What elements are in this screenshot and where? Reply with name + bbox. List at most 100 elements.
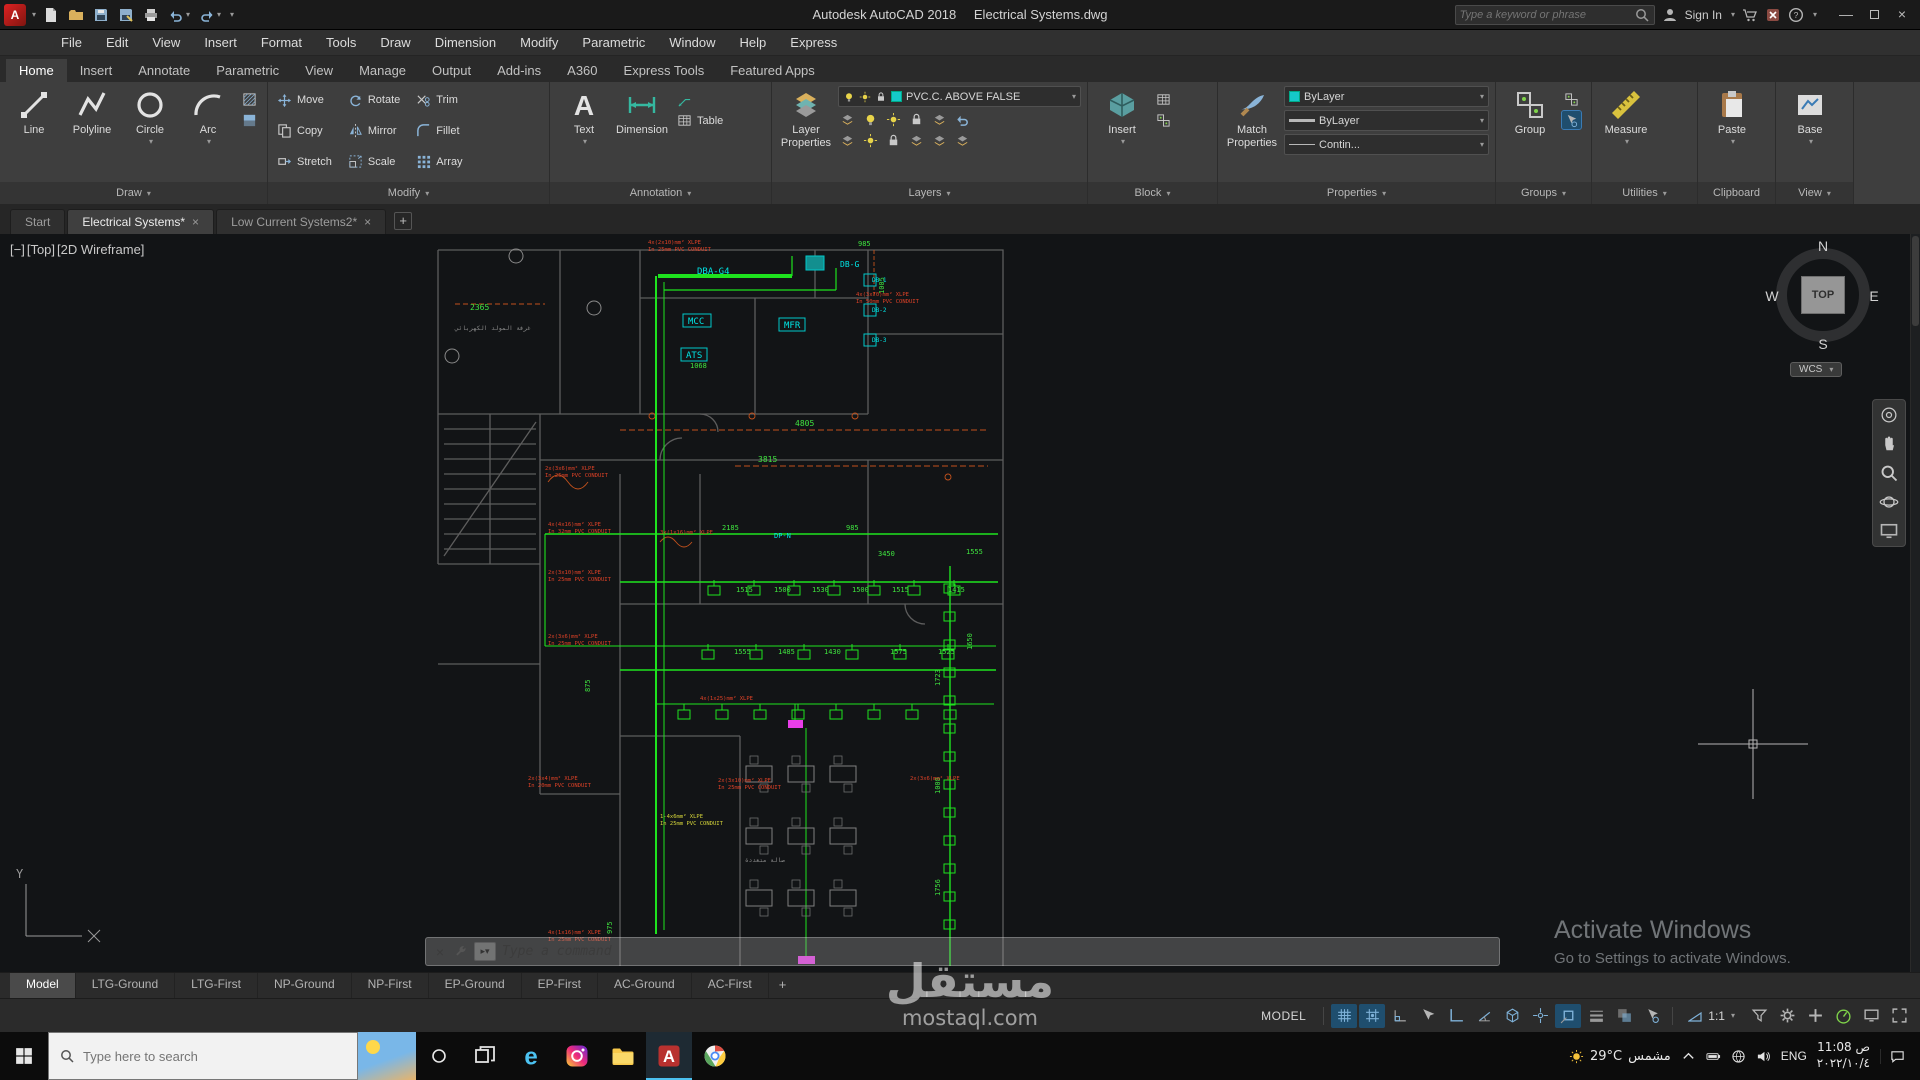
layer-dropdown[interactable]: PVC.C. ABOVE FALSE ▾	[838, 86, 1081, 107]
draw-tool-button[interactable]: Arc ▾	[180, 86, 236, 149]
command-prompt-icon[interactable]: ▸▾	[474, 942, 496, 961]
ribbon-tab[interactable]: Output	[419, 59, 484, 82]
file-tab[interactable]: Start ×	[10, 209, 66, 234]
draw-tool-button[interactable]: Circle ▾	[122, 86, 178, 149]
ribbon-tab[interactable]: Parametric	[203, 59, 292, 82]
modify-tool-button[interactable]: Rotate	[345, 86, 403, 115]
sign-in-button[interactable]: Sign In	[1685, 8, 1722, 22]
status-toggle-button[interactable]	[1443, 1004, 1469, 1028]
annotation-tool-button[interactable]: Dimension ▾	[614, 86, 670, 149]
status-tool-button[interactable]	[1802, 1004, 1828, 1028]
menu-item[interactable]: Express	[779, 32, 848, 53]
qat-button[interactable]: ▾	[115, 5, 137, 25]
wcs-selector[interactable]: WCS ▾	[1790, 362, 1843, 377]
menu-item[interactable]: Insert	[193, 32, 248, 53]
layer-merge-button[interactable]	[907, 131, 926, 149]
volume-icon[interactable]	[1756, 1049, 1771, 1064]
start-button[interactable]	[0, 1032, 48, 1080]
layout-tab[interactable]: EP-First	[522, 973, 599, 998]
close-button[interactable]: ×	[1888, 4, 1916, 26]
layer-isolate-button[interactable]	[861, 110, 880, 128]
paste-button[interactable]: Paste ▾	[1704, 86, 1760, 149]
ungroup-button[interactable]	[1562, 90, 1581, 108]
menu-item[interactable]: File	[50, 32, 93, 53]
menu-item[interactable]: Help	[729, 32, 778, 53]
ribbon-tab[interactable]: Express Tools	[611, 59, 718, 82]
ribbon-tab[interactable]: Insert	[67, 59, 126, 82]
layer-match-button[interactable]	[930, 110, 949, 128]
draw-tool-button[interactable]: Polyline ▾	[64, 86, 120, 149]
file-tab[interactable]: Electrical Systems* ×	[67, 209, 215, 234]
layout-tab[interactable]: LTG-First	[175, 973, 258, 998]
minimize-button[interactable]: —	[1832, 4, 1860, 26]
edit-attributes-button[interactable]	[1154, 90, 1173, 108]
layer-vpfreeze-button[interactable]	[861, 131, 880, 149]
taskbar-app[interactable]: e	[508, 1032, 554, 1080]
compass-south[interactable]: S	[1815, 336, 1831, 352]
ribbon-tab[interactable]: Add-ins	[484, 59, 554, 82]
status-toggle-button[interactable]	[1387, 1004, 1413, 1028]
close-tab-icon[interactable]: ×	[364, 215, 371, 229]
command-line[interactable]: × ▸▾ ▾	[425, 937, 1500, 966]
menu-item[interactable]: View	[141, 32, 191, 53]
ribbon-tab[interactable]: A360	[554, 59, 610, 82]
help-icon[interactable]: ?	[1788, 7, 1804, 23]
battery-icon[interactable]	[1706, 1049, 1721, 1064]
menu-item[interactable]: Draw	[369, 32, 421, 53]
status-toggle-button[interactable]	[1415, 1004, 1441, 1028]
hatch-button[interactable]	[240, 90, 259, 108]
status-tool-button[interactable]	[1886, 1004, 1912, 1028]
modify-tool-button[interactable]: Array	[413, 147, 465, 176]
status-tool-button[interactable]	[1858, 1004, 1884, 1028]
restore-button[interactable]	[1860, 4, 1888, 26]
ribbon-tab[interactable]: Annotate	[125, 59, 203, 82]
qat-button[interactable]: ▾	[90, 5, 112, 25]
menu-item[interactable]: Tools	[315, 32, 367, 53]
status-toggle-button[interactable]	[1499, 1004, 1525, 1028]
modify-tool-button[interactable]: Trim	[413, 86, 465, 115]
panel-label-clipboard[interactable]: Clipboard	[1698, 182, 1775, 204]
panel-label-properties[interactable]: Properties ▾	[1218, 182, 1495, 204]
ribbon-tab[interactable]: View	[292, 59, 346, 82]
status-toggle-button[interactable]	[1331, 1003, 1358, 1028]
status-tool-button[interactable]	[1774, 1004, 1800, 1028]
weather-widget[interactable]	[358, 1032, 416, 1080]
layout-tab[interactable]: AC-Ground	[598, 973, 692, 998]
steering-wheel-icon[interactable]	[1879, 405, 1899, 425]
panel-label-utilities[interactable]: Utilities ▾	[1592, 182, 1697, 204]
status-toggle-button[interactable]	[1359, 1003, 1386, 1028]
layout-tab[interactable]: AC-First	[692, 973, 769, 998]
layout-tab[interactable]: NP-First	[352, 973, 429, 998]
pan-icon[interactable]	[1879, 434, 1899, 454]
orbit-icon[interactable]	[1879, 492, 1899, 512]
layer-lock-button[interactable]	[907, 110, 926, 128]
view-cube[interactable]: N E S W TOP	[1765, 238, 1878, 352]
panel-label-modify[interactable]: Modify ▾	[268, 182, 549, 204]
layer-prev-button[interactable]	[953, 110, 972, 128]
new-tab-button[interactable]: +	[394, 212, 413, 230]
menu-item[interactable]: Format	[250, 32, 313, 53]
action-center-button[interactable]	[1880, 1048, 1914, 1064]
autocad-logo[interactable]: A	[4, 3, 26, 26]
annotation-tool-button[interactable]: A Text ▾	[556, 86, 612, 149]
layer-off-button[interactable]	[838, 110, 857, 128]
layout-tab[interactable]: LTG-Ground	[76, 973, 176, 998]
exchange-apps-icon[interactable]	[1765, 7, 1781, 23]
layer-freeze-button[interactable]	[884, 110, 903, 128]
command-customize-icon[interactable]	[454, 945, 468, 959]
compass-north[interactable]: N	[1815, 238, 1831, 254]
menu-item[interactable]: Edit	[95, 32, 139, 53]
boundary-button[interactable]	[240, 111, 259, 129]
taskbar-app[interactable]	[554, 1032, 600, 1080]
visual-style-control[interactable]: [2D Wireframe]	[57, 242, 144, 257]
match-properties-button[interactable]: Match Properties	[1224, 86, 1280, 152]
panel-label-block[interactable]: Block ▾	[1088, 182, 1217, 204]
status-tool-button[interactable]	[1746, 1004, 1772, 1028]
zoom-icon[interactable]	[1879, 463, 1899, 483]
panel-label-view[interactable]: View ▾	[1776, 182, 1853, 204]
taskbar-app[interactable]: A	[646, 1032, 692, 1080]
cortana-button[interactable]	[416, 1032, 462, 1080]
new-layout-button[interactable]: +	[769, 973, 797, 998]
command-history-chevron-icon[interactable]: ▾	[1488, 946, 1493, 957]
ribbon-tab[interactable]: Manage	[346, 59, 419, 82]
